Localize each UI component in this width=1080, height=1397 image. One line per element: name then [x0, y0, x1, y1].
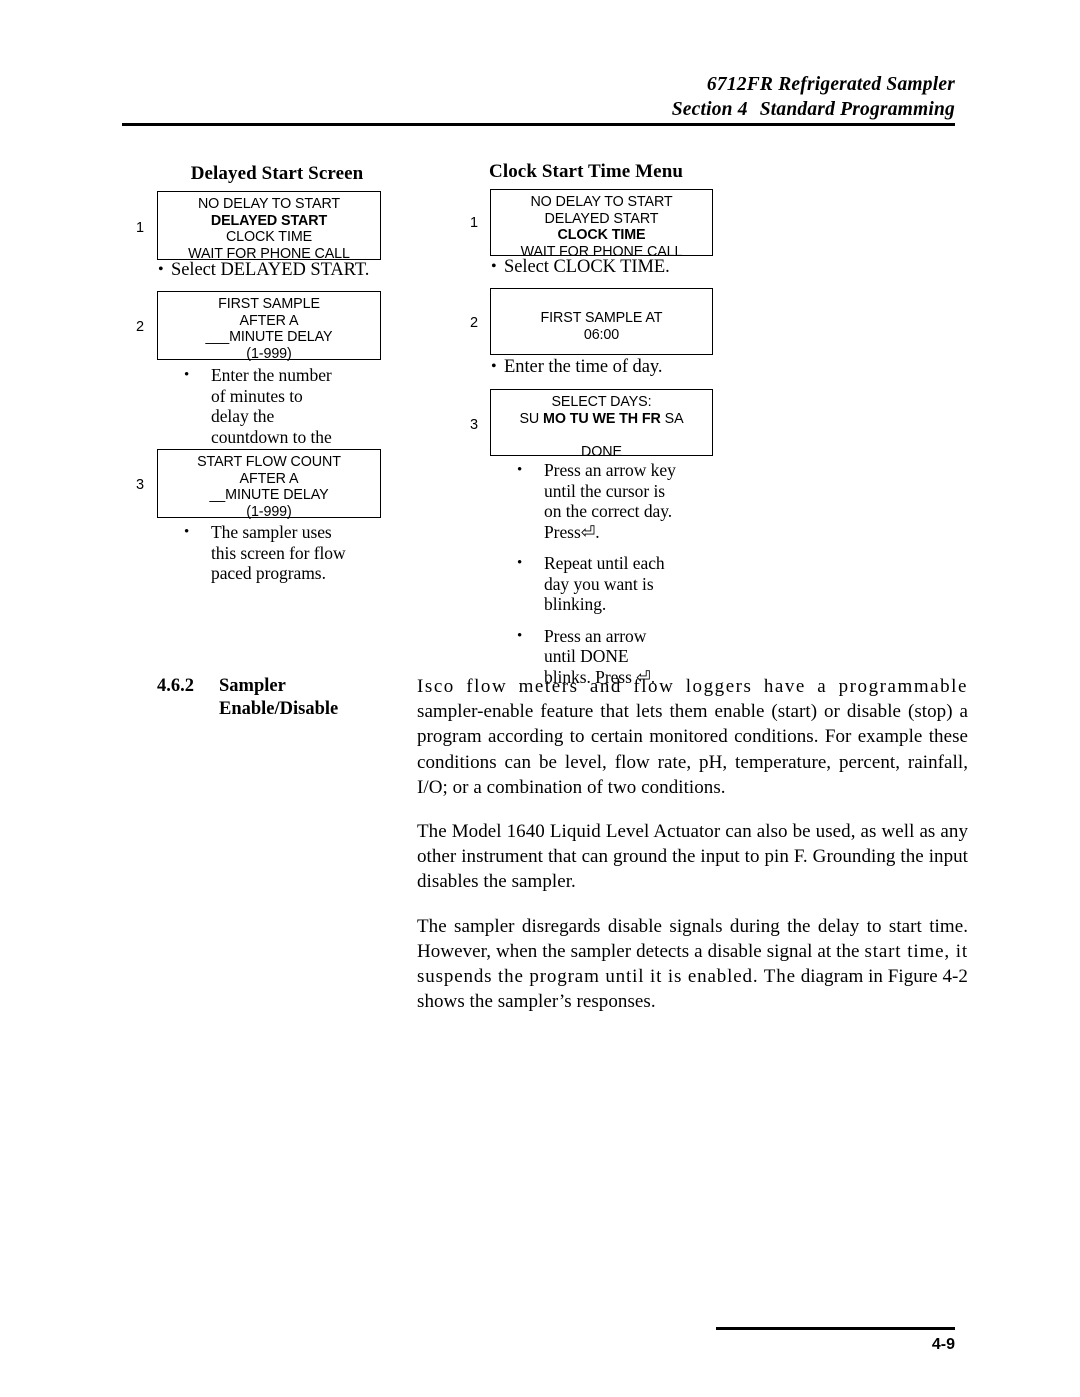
- right-lcd-screen-3: SELECT DAYS: SU MO TU WE TH FR SA DONE: [490, 389, 713, 460]
- lcd-line: NO DELAY TO START: [197, 196, 341, 212]
- list-item: • The sampler uses this screen for flow p…: [180, 522, 350, 584]
- right-bullets-3: • Press an arrow key until the cursor is …: [513, 460, 678, 687]
- list-item: • Select CLOCK TIME.: [491, 256, 731, 278]
- left-column-title: Delayed Start Screen: [190, 163, 364, 184]
- lcd-line: NO DELAY TO START: [530, 194, 673, 210]
- days-plain-leading: SU: [519, 410, 544, 427]
- lcd-line: (1-999): [246, 345, 292, 362]
- bullet-dot-icon: •: [184, 367, 190, 383]
- left-bullets-1: • Select DELAYED START.: [158, 259, 398, 281]
- lcd-line: FIRST SAMPLE AT: [540, 310, 663, 326]
- lcd-line-done: DONE: [581, 443, 622, 460]
- bullet-dot-icon: •: [158, 261, 164, 278]
- right-step-2-number: 2: [470, 315, 479, 331]
- lcd-line: (1-999): [246, 503, 292, 520]
- right-bullets-1: • Select CLOCK TIME.: [491, 256, 731, 278]
- section-number: 4.6.2: [157, 676, 194, 696]
- paragraph-3: The sampler disregards disable signals d…: [417, 914, 968, 1015]
- header-divider-rule: [122, 123, 955, 126]
- lcd-line-selected: CLOCK TIME: [557, 227, 646, 244]
- right-column-title: Clock Start Time Menu: [489, 161, 684, 182]
- bullet-dot-icon: •: [517, 555, 523, 571]
- header-section-line: Section 4 Standard Programming: [122, 97, 955, 122]
- paragraph-1: Isco flow meters and flow loggers have a…: [417, 674, 968, 800]
- bullet-text: Press an arrow key until the cursor is o…: [544, 460, 676, 542]
- paragraph-1-lead: Isco flow meters and flow loggers have a…: [417, 676, 968, 697]
- left-lcd-screen-1: NO DELAY TO START DELAYED START CLOCK TI…: [157, 191, 381, 262]
- bullet-text: Enter the time of day.: [504, 357, 663, 377]
- bullet-text: Select DELAYED START.: [171, 260, 370, 280]
- lcd-line: AFTER A: [239, 312, 299, 329]
- list-item: • Repeat until each day you want is blink…: [513, 553, 678, 615]
- list-item: • Select DELAYED START.: [158, 259, 398, 281]
- list-item: • Enter the time of day.: [491, 356, 731, 378]
- left-step-3-number: 3: [136, 477, 145, 493]
- lcd-line: AFTER A: [239, 470, 299, 487]
- bullet-text: The sampler uses this screen for flow pa…: [211, 522, 346, 583]
- lcd-line: __MINUTE DELAY: [209, 487, 329, 504]
- list-item: • Press an arrow key until the cursor is …: [513, 460, 678, 542]
- lcd-line: DELAYED START: [544, 210, 659, 227]
- right-lcd-screen-1: NO DELAY TO START DELAYED START CLOCK TI…: [490, 189, 713, 260]
- bullet-text: Repeat until each day you want is blinki…: [544, 553, 665, 614]
- left-step-2-number: 2: [136, 319, 145, 335]
- page-number: 4-9: [931, 1336, 955, 1353]
- section-body-copy: Isco flow meters and flow loggers have a…: [417, 674, 968, 1014]
- right-step-3-number: 3: [470, 417, 479, 433]
- right-step-1-number: 1: [470, 215, 479, 231]
- header-section-title: Standard Programming: [759, 99, 955, 120]
- lcd-line: ___MINUTE DELAY: [205, 329, 333, 346]
- right-bullets-2: • Enter the time of day.: [491, 356, 731, 378]
- bullet-dot-icon: •: [517, 627, 523, 644]
- section-heading: 4.6.2 Sampler Enable/Disable: [157, 675, 397, 721]
- bullet-dot-icon: •: [184, 524, 190, 540]
- left-lcd-screen-2: FIRST SAMPLE AFTER A ___MINUTE DELAY (1-…: [157, 291, 381, 362]
- bullet-dot-icon: •: [491, 358, 497, 375]
- days-selected: MO TU WE TH FR: [543, 410, 661, 427]
- bullet-dot-icon: •: [517, 462, 523, 478]
- lcd-line: CLOCK TIME: [225, 229, 313, 246]
- section-title-line-2: Enable/Disable: [219, 699, 339, 719]
- lcd-line: SELECT DAYS:: [551, 394, 652, 410]
- paragraph-2: The Model 1640 Liquid Level Actuator can…: [417, 821, 968, 893]
- left-bullets-3: • The sampler uses this screen for flow p…: [180, 522, 350, 584]
- section-title-line-1: Sampler: [219, 676, 286, 696]
- lcd-line: 06:00: [583, 326, 620, 343]
- header-manual-title: 6712FR Refrigerated Sampler: [706, 74, 955, 95]
- footer-divider-rule: [716, 1327, 955, 1330]
- lcd-line-days: SU MO TU WE TH FR SA: [491, 411, 712, 428]
- left-step-1-number: 1: [136, 220, 145, 236]
- days-plain-trailing: SA: [660, 410, 684, 427]
- lcd-line-selected: DELAYED START: [210, 212, 328, 229]
- bullet-dot-icon: •: [491, 258, 497, 275]
- bullet-text: Select CLOCK TIME.: [504, 257, 670, 277]
- lcd-line: START FLOW COUNT: [197, 454, 341, 470]
- right-lcd-screen-2: FIRST SAMPLE AT 06:00: [490, 288, 713, 355]
- header-section-number: Section 4: [671, 99, 748, 120]
- paragraph-1-rest: sampler-enable feature that lets them en…: [417, 701, 968, 798]
- left-lcd-screen-3: START FLOW COUNT AFTER A __MINUTE DELAY …: [157, 449, 381, 520]
- lcd-line: FIRST SAMPLE: [218, 296, 320, 312]
- running-header: 6712FR Refrigerated Sampler Section 4 Sta…: [122, 72, 955, 122]
